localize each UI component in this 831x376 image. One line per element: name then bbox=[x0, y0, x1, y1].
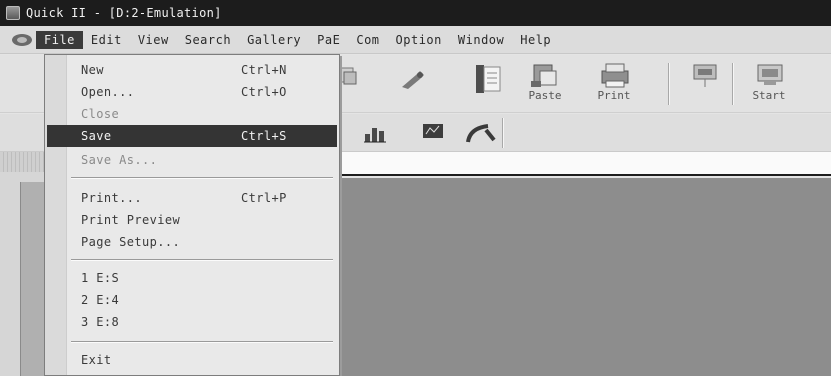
menu-file[interactable]: File bbox=[36, 30, 83, 49]
menu-item-new[interactable]: New Ctrl+N bbox=[47, 59, 337, 81]
network-button[interactable] bbox=[690, 61, 720, 89]
document-icon bbox=[476, 65, 501, 93]
start-icon bbox=[757, 64, 783, 85]
print-label: Print bbox=[597, 89, 631, 102]
toolbar-separator bbox=[668, 63, 669, 105]
menu-item-print[interactable]: Print... Ctrl+P bbox=[47, 187, 337, 209]
toolbar-separator bbox=[502, 118, 503, 148]
menu-item-label: Page Setup... bbox=[81, 235, 181, 249]
start-button[interactable]: Start bbox=[752, 61, 786, 102]
menu-item-recent-3[interactable]: 3 E:8 bbox=[47, 311, 337, 333]
menu-search[interactable]: Search bbox=[177, 31, 239, 49]
menu-separator bbox=[71, 341, 333, 343]
left-panel-inner bbox=[20, 182, 46, 376]
toolbar-separator bbox=[732, 63, 733, 105]
menu-item-label: 1 E:S bbox=[81, 271, 120, 285]
menu-item-label: New bbox=[81, 63, 104, 77]
paste-button[interactable]: Paste bbox=[528, 61, 562, 102]
menu-item-label: Save As... bbox=[81, 153, 158, 167]
menu-item-label: Save bbox=[81, 129, 112, 143]
edit-tool-button[interactable] bbox=[398, 67, 428, 91]
app-logo-icon[interactable] bbox=[8, 30, 36, 50]
paste-label: Paste bbox=[528, 89, 562, 102]
menu-gallery[interactable]: Gallery bbox=[239, 31, 309, 49]
menu-separator bbox=[71, 177, 333, 179]
signal-icon bbox=[466, 124, 496, 143]
file-menu-dropdown: New Ctrl+N Open... Ctrl+O Close Save Ctr… bbox=[44, 54, 340, 376]
menu-item-label: 2 E:4 bbox=[81, 293, 120, 307]
menu-edit[interactable]: Edit bbox=[83, 31, 130, 49]
menu-item-recent-1[interactable]: 1 E:S bbox=[47, 267, 337, 289]
menu-item-save[interactable]: Save Ctrl+S bbox=[47, 125, 337, 147]
menu-item-shortcut: Ctrl+S bbox=[241, 129, 287, 143]
menu-item-recent-2[interactable]: 2 E:4 bbox=[47, 289, 337, 311]
chart-tool-button[interactable] bbox=[362, 122, 388, 144]
ruler bbox=[0, 152, 46, 172]
menu-view[interactable]: View bbox=[130, 31, 177, 49]
print-icon bbox=[601, 63, 629, 88]
signal-tool-button[interactable] bbox=[464, 120, 498, 146]
menu-item-save-as[interactable]: Save As... bbox=[47, 149, 337, 171]
monitor-tool-button[interactable] bbox=[420, 120, 446, 144]
menu-com[interactable]: Com bbox=[348, 31, 387, 49]
menu-item-shortcut: Ctrl+N bbox=[241, 63, 287, 77]
left-panel bbox=[0, 152, 46, 376]
app-icon bbox=[6, 6, 20, 20]
menu-item-close[interactable]: Close bbox=[47, 103, 337, 125]
start-label: Start bbox=[752, 89, 786, 102]
menu-item-exit[interactable]: Exit bbox=[47, 349, 337, 371]
title-bar: Quick II - [D:2-Emulation] bbox=[0, 0, 831, 26]
print-button[interactable]: Print bbox=[596, 61, 632, 102]
monitor-icon bbox=[423, 124, 443, 138]
workspace-area[interactable] bbox=[340, 178, 831, 376]
menu-item-label: Close bbox=[81, 107, 120, 121]
document-header-strip bbox=[340, 152, 831, 176]
paste-icon bbox=[531, 64, 557, 87]
menu-item-label: Exit bbox=[81, 353, 112, 367]
menu-item-shortcut: Ctrl+P bbox=[241, 191, 287, 205]
menu-option[interactable]: Option bbox=[388, 31, 450, 49]
menu-item-shortcut: Ctrl+O bbox=[241, 85, 287, 99]
menu-item-print-preview[interactable]: Print Preview bbox=[47, 209, 337, 231]
window-title: Quick II - [D:2-Emulation] bbox=[26, 6, 222, 20]
menu-window[interactable]: Window bbox=[450, 31, 512, 49]
menu-item-open[interactable]: Open... Ctrl+O bbox=[47, 81, 337, 103]
menu-item-label: Print... bbox=[81, 191, 142, 205]
menu-item-label: Open... bbox=[81, 85, 135, 99]
bar-chart-icon bbox=[364, 128, 386, 143]
menu-separator bbox=[71, 259, 333, 261]
document-tool-button[interactable] bbox=[472, 63, 502, 95]
menu-item-label: Print Preview bbox=[81, 213, 181, 227]
menu-pae[interactable]: PaE bbox=[309, 31, 348, 49]
network-icon bbox=[693, 64, 717, 87]
menu-item-page-setup[interactable]: Page Setup... bbox=[47, 231, 337, 253]
wrench-icon bbox=[402, 71, 424, 89]
menu-item-label: 3 E:8 bbox=[81, 315, 120, 329]
menu-bar: File Edit View Search Gallery PaE Com Op… bbox=[0, 26, 831, 54]
menu-help[interactable]: Help bbox=[512, 31, 559, 49]
